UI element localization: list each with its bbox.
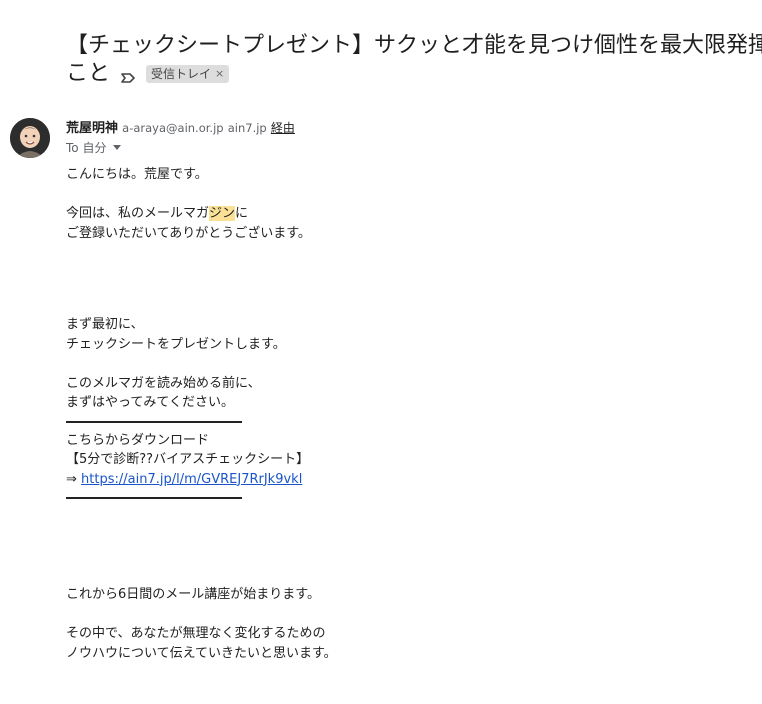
inbox-label-text: 受信トレイ <box>151 67 212 81</box>
thanks-text-a: 今回は、私のメールマガ <box>66 206 210 221</box>
arrow-glyph: ⇒ <box>66 471 77 487</box>
download-link-row: ⇒ https://ain7.jp/l/m/GVREJ7RrJk9vkl <box>66 470 666 490</box>
chevron-down-icon[interactable] <box>113 145 122 150</box>
download-line: こちらからダウンロード <box>66 432 210 448</box>
paragraph-try-line2: まずはやってみてください。 <box>66 395 234 410</box>
subject-line-2: こと <box>66 61 111 86</box>
recipient-line[interactable]: To 自分 <box>66 139 122 156</box>
via-link[interactable]: 経由 <box>271 121 295 135</box>
thanks-text-b: に <box>235 206 249 221</box>
paragraph-knowhow-line1: その中で、あなたが無理なく変化するための <box>66 626 326 641</box>
recipient-text: To 自分 <box>66 141 107 155</box>
inbox-label-chip[interactable]: 受信トレイ × <box>146 65 230 83</box>
paragraph-knowhow-line2: ノウハウについて伝えていきたいと思います。 <box>66 645 337 661</box>
email-body: こんにちは。荒屋です。 今回は、私のメールマガジンに ご登録いただいてありがとう… <box>66 165 666 663</box>
paragraph-try-line1: このメルマガを読み始める前に、 <box>66 375 261 391</box>
greeting: こんにちは。荒屋です。 <box>66 167 208 182</box>
sender-email: a-araya@ain.or.jp <box>122 121 224 135</box>
remove-label-button[interactable]: × <box>215 66 224 82</box>
divider-top <box>66 420 242 423</box>
search-highlight: ジン <box>209 206 236 221</box>
download-link[interactable]: https://ain7.jp/l/m/GVREJ7RrJk9vkl <box>81 472 302 487</box>
via-domain: ain7.jp <box>227 121 267 135</box>
subject-line-1: 【チェックシートプレゼント】サクッと才能を見つけ個性を最大限発揮 <box>66 33 762 58</box>
paragraph-present-line1: まず最初に、 <box>66 317 144 332</box>
subject-line-2-row: こと 受信トレイ × <box>66 60 762 88</box>
paragraph-present-line2: チェックシートをプレゼントします。 <box>66 336 286 352</box>
sender-avatar[interactable] <box>10 118 50 158</box>
divider-bottom <box>66 497 242 499</box>
paragraph-course: これから6日間のメール講座が始まります。 <box>66 587 320 602</box>
importance-marker-icon[interactable] <box>120 66 136 83</box>
download-title: 【5分で診断??バイアスチェックシート】 <box>66 452 310 467</box>
sender-info: 荒屋明神 a-araya@ain.or.jp ain7.jp 経由 <box>66 119 295 138</box>
sender-name[interactable]: 荒屋明神 <box>66 121 118 136</box>
paragraph-thanks-line1: 今回は、私のメールマガジンに <box>66 204 666 224</box>
paragraph-thanks-line2: ご登録いただいてありがとうございます。 <box>66 225 311 241</box>
email-subject: 【チェックシートプレゼント】サクッと才能を見つけ個性を最大限発揮 こと 受信トレ… <box>66 32 762 88</box>
